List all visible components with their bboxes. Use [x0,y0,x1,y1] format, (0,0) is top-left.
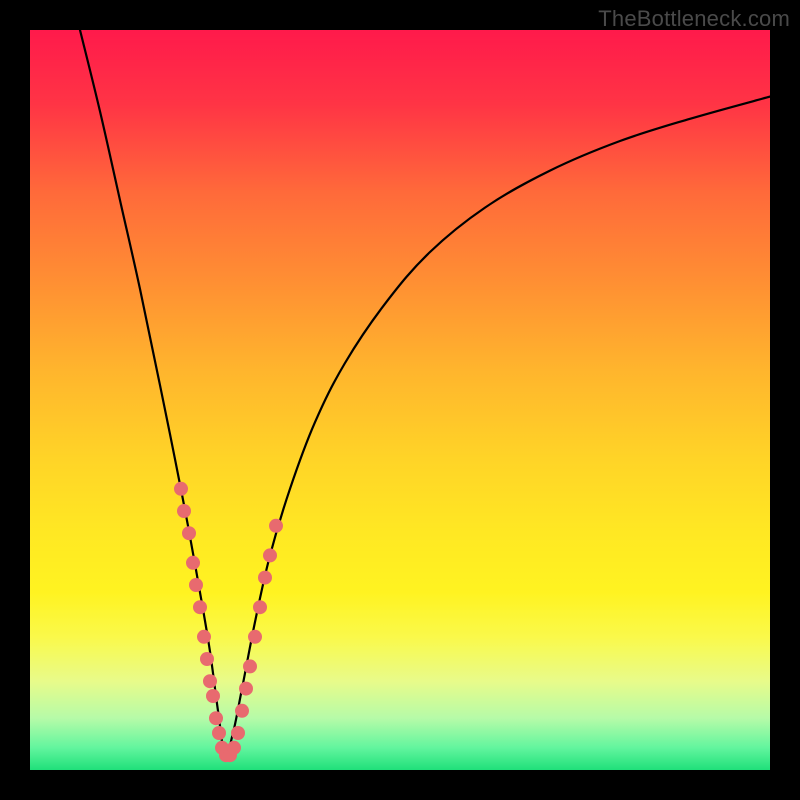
sample-point [197,630,211,644]
sample-point [193,600,207,614]
sample-point [189,578,203,592]
sample-point [243,659,257,673]
sample-point [212,726,226,740]
sample-point [239,682,253,696]
sample-point [248,630,262,644]
sample-point [206,689,220,703]
sample-point [269,519,283,533]
sample-point [258,571,272,585]
plot-area [30,30,770,770]
watermark-label: TheBottleneck.com [598,6,790,32]
curve-layer [30,30,770,770]
sample-point [200,652,214,666]
sample-points-group [174,482,283,762]
sample-point [227,741,241,755]
sample-point [253,600,267,614]
sample-point [235,704,249,718]
bottleneck-curve [80,30,770,756]
sample-point [209,711,223,725]
sample-point [174,482,188,496]
sample-point [263,548,277,562]
sample-point [203,674,217,688]
sample-point [186,556,200,570]
sample-point [231,726,245,740]
sample-point [177,504,191,518]
chart-frame: TheBottleneck.com [0,0,800,800]
sample-point [182,526,196,540]
